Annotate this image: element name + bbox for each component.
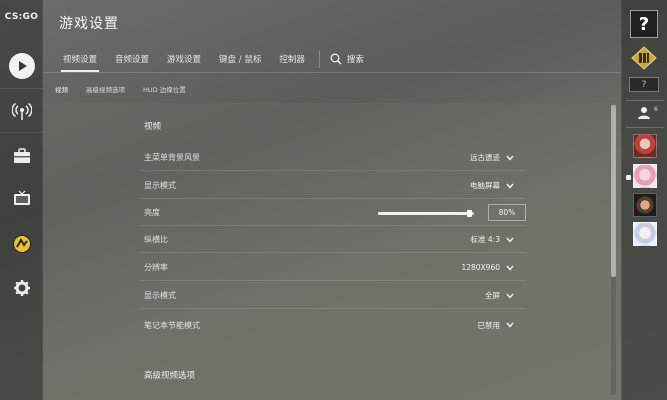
avatar[interactable] <box>633 164 657 188</box>
setting-label: 显示模式 <box>144 291 176 300</box>
chevron-down-icon <box>506 183 514 189</box>
tab-video[interactable]: 视频设置 <box>55 48 105 72</box>
setting-row-laptop-power[interactable]: 笔记本节能模式 已禁用 <box>140 312 526 338</box>
setting-label: 亮度 <box>144 208 160 217</box>
rank-emblem-icon[interactable] <box>631 46 657 70</box>
chevron-down-icon <box>506 293 514 299</box>
tab-audio[interactable]: 音频设置 <box>107 48 157 72</box>
subtabs: 视频 高级视频选项 HUD 边缘位置 <box>55 84 204 94</box>
slider-fill <box>378 212 471 215</box>
avatar[interactable] <box>633 222 657 246</box>
setting-label: 显示模式 <box>144 181 176 190</box>
sidebar-divider <box>626 100 664 101</box>
setting-label: 纵横比 <box>144 235 168 244</box>
search-label: 搜索 <box>346 55 364 65</box>
setting-dropdown[interactable]: 标准 4:3 <box>471 234 514 245</box>
sidebar-divider <box>0 88 43 89</box>
play-button[interactable] <box>6 50 37 81</box>
watch-button[interactable] <box>6 183 37 214</box>
tab-controller[interactable]: 控制器 <box>271 48 313 72</box>
skill-group-help[interactable]: ? <box>629 77 659 92</box>
setting-dropdown[interactable]: 电脑屏幕 <box>470 180 514 191</box>
setting-dropdown[interactable]: 1280X960 <box>461 263 514 272</box>
tab-keyboard-mouse[interactable]: 键盘 / 鼠标 <box>211 48 269 72</box>
setting-row-display-mode-2[interactable]: 显示模式 全屏 <box>140 283 526 309</box>
csgo-logo: CS:GO <box>4 12 39 22</box>
setting-dropdown[interactable]: 已禁用 <box>478 320 515 331</box>
status-indicator <box>626 175 631 180</box>
page-title: 游戏设置 <box>59 16 119 32</box>
setting-dropdown[interactable]: 全屏 <box>485 290 514 301</box>
tab-divider <box>318 50 320 68</box>
chevron-down-icon <box>506 155 514 161</box>
brightness-value-box[interactable]: 80% <box>488 204 526 221</box>
tab-game[interactable]: 游戏设置 <box>159 48 209 72</box>
rank-help-button[interactable]: ? <box>630 10 658 38</box>
broadcast-icon <box>11 102 32 120</box>
operation-button[interactable] <box>6 228 37 259</box>
operation-icon <box>12 234 31 253</box>
section-title-advanced: 高级视频选项 <box>144 371 196 381</box>
setting-row-resolution[interactable]: 分辨率 1280X960 <box>140 255 526 281</box>
right-sidebar: ? ? 6 <box>621 0 667 400</box>
search-icon <box>330 53 342 65</box>
briefcase-icon <box>13 147 30 163</box>
avatar[interactable] <box>633 134 657 158</box>
chevron-down-icon <box>506 237 514 243</box>
setting-row-aspect-ratio[interactable]: 纵横比 标准 4:3 <box>140 227 526 253</box>
header-divider <box>43 72 621 73</box>
setting-value: 已禁用 <box>477 320 501 330</box>
setting-value: 标准 4:3 <box>470 235 500 244</box>
setting-label: 笔记本节能模式 <box>144 320 200 330</box>
sidebar-divider <box>626 127 664 128</box>
subtab-hud-edge[interactable]: HUD 边缘位置 <box>143 84 186 94</box>
play-icon <box>8 52 35 79</box>
setting-row-menu-background[interactable]: 主菜单背景风景 远古遗迹 <box>140 145 526 171</box>
scrollbar-thumb[interactable] <box>611 105 616 277</box>
setting-row-display-mode[interactable]: 显示模式 电脑屏幕 <box>140 173 526 199</box>
chevron-down-icon <box>506 265 514 271</box>
settings-button[interactable] <box>6 272 37 303</box>
subtab-advanced-video[interactable]: 高级视频选项 <box>86 84 125 94</box>
settings-tabs: 视频设置 音频设置 游戏设置 键盘 / 鼠标 控制器 搜索 <box>55 48 368 72</box>
setting-label: 分辨率 <box>144 263 168 272</box>
setting-value: 远古遗迹 <box>470 153 500 162</box>
setting-dropdown[interactable]: 远古遗迹 <box>470 152 514 163</box>
friends-count: 6 <box>654 106 658 113</box>
setting-value: 全屏 <box>485 291 500 300</box>
friends-icon[interactable] <box>636 106 652 120</box>
sidebar-divider <box>0 132 43 133</box>
tv-icon <box>13 190 30 205</box>
settings-panel: 视频 主菜单背景风景 远古遗迹 显示模式 电脑屏幕 亮度 80% 纵横比 标准 … <box>43 103 621 400</box>
setting-label: 主菜单背景风景 <box>144 153 200 162</box>
subtab-video[interactable]: 视频 <box>55 84 68 94</box>
section-title-video: 视频 <box>144 122 162 132</box>
inventory-button[interactable] <box>6 140 37 171</box>
gear-icon <box>13 279 30 296</box>
chevron-down-icon <box>506 322 514 328</box>
broadcast-button[interactable] <box>6 95 37 126</box>
setting-value: 电脑屏幕 <box>470 181 500 190</box>
slider-handle[interactable] <box>467 210 473 217</box>
left-sidebar: CS:GO <box>0 0 43 400</box>
setting-value: 1280X960 <box>461 263 500 272</box>
brightness-slider[interactable] <box>378 210 474 217</box>
search-button[interactable]: 搜索 <box>326 48 368 70</box>
avatar[interactable] <box>633 193 657 217</box>
scrollbar[interactable] <box>611 105 616 395</box>
setting-row-brightness[interactable]: 亮度 80% <box>140 200 526 226</box>
